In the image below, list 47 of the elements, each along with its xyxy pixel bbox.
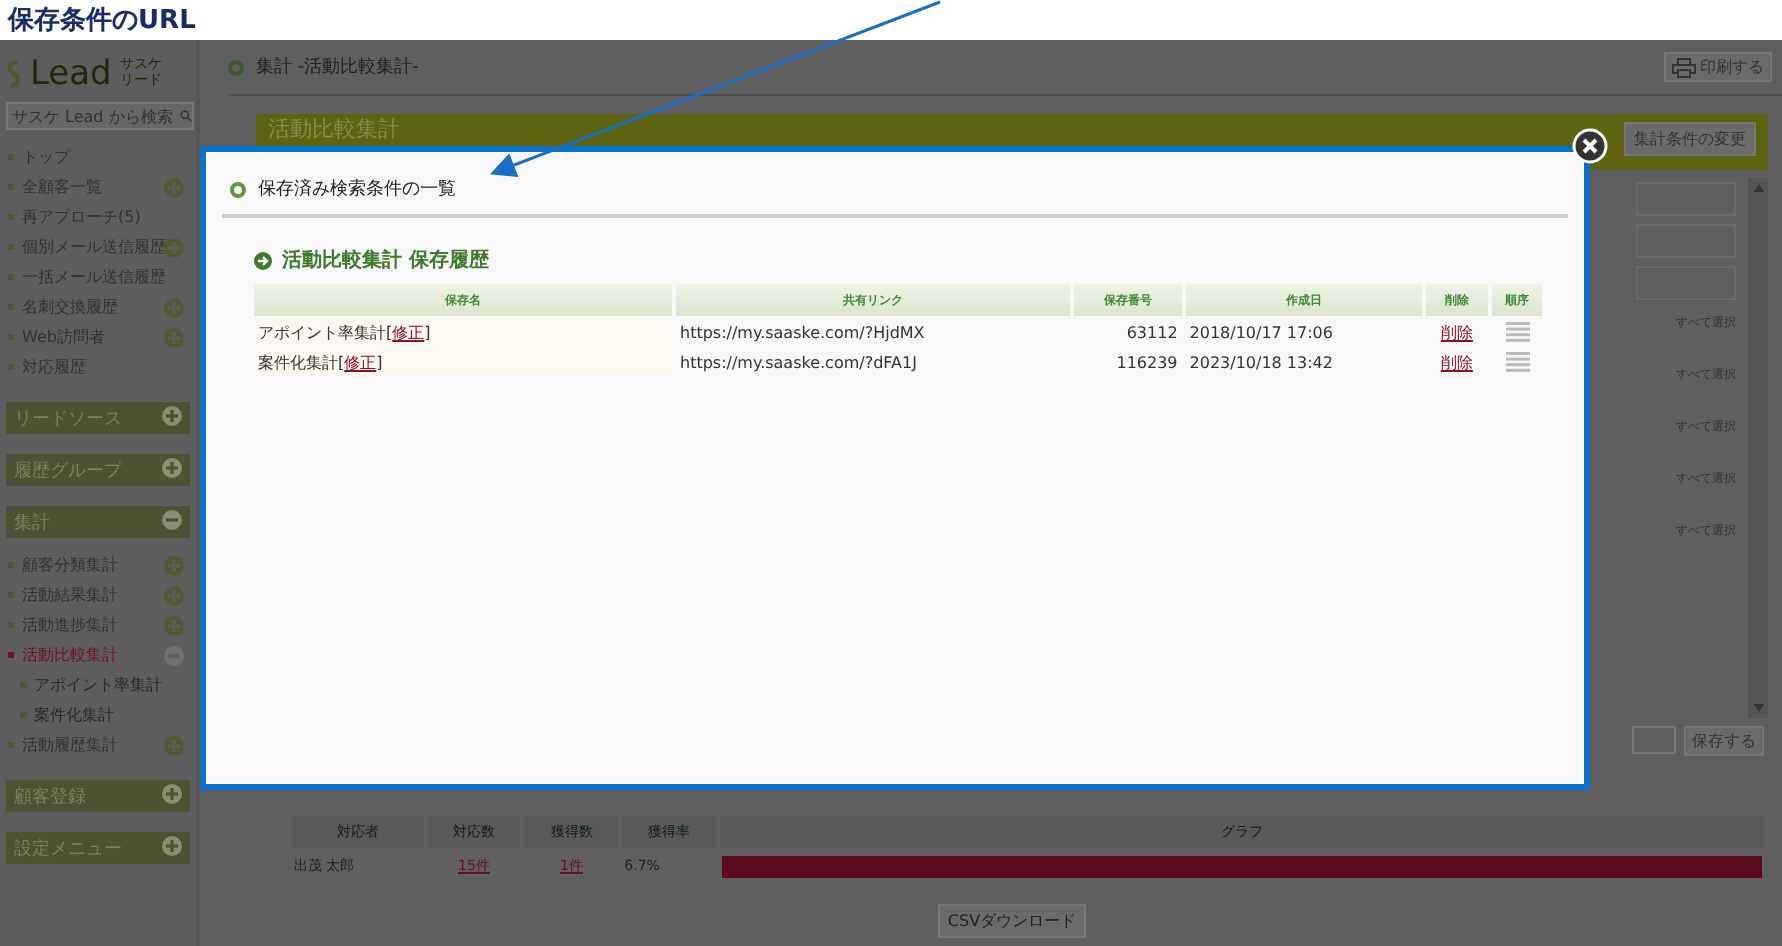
expand-icon[interactable]	[164, 298, 184, 318]
table-cell-text: 63112	[1124, 322, 1180, 346]
expand-icon[interactable]	[164, 556, 184, 576]
logo-icon	[6, 58, 22, 90]
expand-icon[interactable]	[164, 616, 184, 636]
close-icon[interactable]	[1572, 128, 1608, 164]
circle-icon	[230, 181, 246, 197]
scroll-down-icon[interactable]	[1753, 704, 1763, 712]
expand-icon[interactable]	[162, 835, 182, 855]
banner-title: 活動比較集計	[268, 118, 400, 142]
table-cell-text: https://my.saaske.com/?dFA1J	[678, 352, 919, 376]
csv-download-button[interactable]: CSVダウンロード	[937, 904, 1087, 938]
expand-icon[interactable]	[164, 328, 184, 348]
section-title: 活動比較集計 保存履歴	[282, 247, 489, 274]
expand-icon[interactable]	[162, 783, 182, 803]
page-title: 集計 -活動比較集計-	[256, 55, 421, 80]
expand-icon[interactable]	[162, 405, 182, 425]
table-cell: アポイント率集計[修正]	[254, 320, 672, 346]
table-cell-text: 2023/10/18 13:42	[1187, 352, 1335, 376]
collapse-icon[interactable]	[162, 509, 182, 529]
expand-icon[interactable]	[162, 457, 182, 477]
circle-icon	[228, 59, 244, 75]
scroll-up-icon[interactable]	[1753, 184, 1763, 192]
table-cell: 案件化集計[修正]	[254, 350, 672, 376]
search-icon	[180, 108, 192, 124]
expand-icon[interactable]	[164, 238, 184, 258]
delete-link[interactable]: 削除	[1440, 354, 1473, 372]
expand-icon[interactable]	[164, 178, 184, 198]
edit-link[interactable]: 修正	[392, 324, 425, 342]
table-cell-text: 2018/10/17 17:06	[1187, 322, 1335, 346]
sidebar-item[interactable]: 活動比較集計	[6, 640, 190, 670]
expand-icon[interactable]	[164, 736, 184, 756]
edit-link[interactable]: 修正	[344, 354, 377, 372]
drag-handle-icon[interactable]	[1505, 321, 1529, 341]
arrow-circle-icon	[254, 251, 272, 269]
save-name-field[interactable]	[1632, 726, 1676, 754]
drag-handle-icon[interactable]	[1505, 351, 1529, 371]
save-button[interactable]: 保存する	[1684, 726, 1764, 756]
expand-icon[interactable]	[164, 586, 184, 606]
modal-title: 保存済み検索条件の一覧	[258, 177, 456, 202]
logo-text: Lead	[30, 54, 112, 94]
scrollbar[interactable]	[1748, 178, 1768, 718]
annotation-caption: 保存条件のURL	[8, 4, 196, 38]
table-cell-text: https://my.saaske.com/?HjdMX	[678, 322, 927, 346]
table-cell-text: 116239	[1114, 352, 1180, 376]
delete-link[interactable]: 削除	[1440, 324, 1473, 342]
printer-icon	[1672, 57, 1696, 77]
